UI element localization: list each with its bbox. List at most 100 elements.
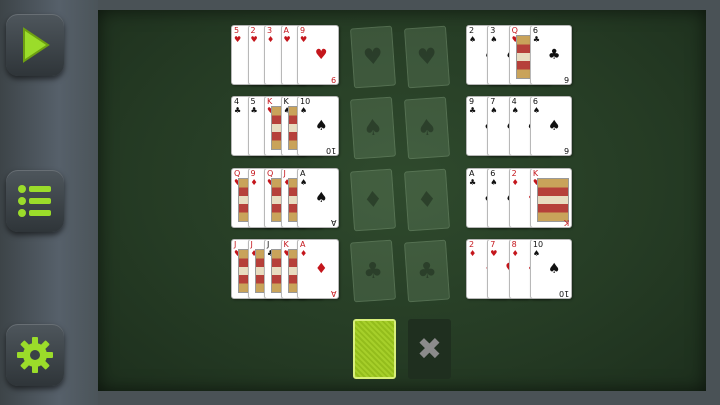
card-rank: 3 [267,26,273,35]
card-rank: 7 [490,240,496,249]
playing-card[interactable]: A ♠ ♠ A [297,168,339,228]
card-rank: 6 [532,97,538,106]
card-center-suit-icon: ♣ [547,47,561,63]
foundation-slot[interactable]: ♣ [349,239,397,303]
card-suit-icon: ♦ [511,249,519,258]
foundation-slot[interactable]: ♠ [403,96,451,160]
card-rank: J [283,169,286,178]
playing-card[interactable]: 6 ♣ ♣ 6 [529,25,572,85]
card-rank: 9 [469,97,475,106]
tableau-fan-left: Q♥Q9♦♦9Q♥QJ♦JA♠♠A [231,168,339,230]
card-suit-icon: ♠ [532,106,541,115]
playing-card[interactable]: 9 ♥ ♥ 9 [297,25,339,85]
foundation-suit-icon: ♦ [416,186,438,214]
foundation-slot[interactable]: ♦ [349,168,397,232]
discard-button[interactable]: ✖ [408,319,451,379]
card-rank: K [283,240,289,249]
playing-card[interactable]: A ♦ ♦ A [297,239,339,299]
card-rank-bottom: 10 [558,289,569,298]
foundation-slot[interactable]: ♠ [349,96,397,160]
tableau-fan-left: 5♥♥52♥♥23♦♦3A♥♥A9♥♥9 [231,25,339,87]
foundation-slot[interactable]: ♥ [349,25,397,89]
card-rank: K [283,97,289,106]
card-suit-icon: ♠ [490,178,498,187]
close-icon: ✖ [416,331,443,367]
settings-button[interactable] [6,324,64,386]
card-rank: 8 [511,240,517,249]
foundation-slot[interactable]: ♦ [403,168,451,232]
card-suit-icon: ♥ [490,249,498,258]
card-suit-icon: ♥ [234,35,242,44]
card-rank-bottom: A [330,218,336,227]
card-suit-icon: ♦ [511,178,519,187]
card-rank: 2 [469,240,475,249]
card-rank-bottom: K [563,218,569,227]
card-rank: 9 [250,169,256,178]
gear-icon [17,337,53,373]
card-rank: Q [511,26,518,35]
foundation-suit-icon: ♥ [416,43,438,71]
card-rank: 4 [511,97,517,106]
card-rank-bottom: 9 [330,75,336,84]
card-center-suit-icon: ♠ [315,118,328,134]
foundation-slot[interactable]: ♣ [403,239,451,303]
card-center-suit-icon: ♠ [547,118,561,134]
card-rank: A [469,169,475,178]
playing-card[interactable]: 6♠♠6 [529,96,572,156]
tableau-fan-right: 2♠♠23♠♠3Q♥Q6♣♣6 [466,25,572,87]
card-rank: A [283,26,289,35]
card-suit-icon: ♥ [250,35,258,44]
card-suit-icon: ♣ [469,178,477,187]
foundation-suit-icon: ♥ [362,43,384,71]
play-icon [23,27,50,63]
card-rank: 3 [490,26,496,35]
stock-pile[interactable] [353,319,396,379]
card-suit-icon: ♠ [490,106,498,115]
card-suit-icon: ♥ [300,35,308,44]
card-rank: 4 [234,97,240,106]
card-rank: 9 [300,26,306,35]
card-suit-icon: ♦ [250,178,258,187]
card-suit-icon: ♠ [300,106,308,115]
card-center-suit-icon: ♠ [315,190,328,206]
card-rank: K [532,169,539,178]
playing-card[interactable]: 10 ♠ ♠ 10 [297,96,339,156]
card-rank: 5 [250,97,256,106]
tableau-fan-left: J♥JJ♦JJ♣JK♥KA♦♦A [231,239,339,301]
card-suit-icon: ♦ [300,249,308,258]
card-rank-bottom: 6 [563,75,569,84]
card-rank: J [267,240,270,249]
card-rank-bottom: 6 [563,146,569,155]
card-suit-icon: ♠ [469,35,477,44]
card-rank: 5 [234,26,240,35]
card-suit-icon: ♥ [283,35,291,44]
card-rank: 7 [490,97,496,106]
card-suit-icon: ♠ [300,178,308,187]
card-rank-bottom: A [330,289,336,298]
card-rank: 10 [300,97,311,106]
menu-button[interactable] [6,170,64,232]
tableau-fan-right: A♣♣A6♠♠62♦♦2K♥K [466,168,572,230]
card-suit-icon: ♠ [532,249,541,258]
foundation-suit-icon: ♣ [362,257,384,285]
play-button[interactable] [6,14,64,76]
card-suit-icon: ♦ [267,35,275,44]
tableau-fan-left: 4♣♣45♣♣5K♥KK♠K10♠♠10 [231,96,339,158]
foundation-suit-icon: ♦ [362,186,384,214]
card-rank: K [267,97,273,106]
card-rank: J [234,240,237,249]
foundation-slot[interactable]: ♥ [403,25,451,89]
foundation-suit-icon: ♣ [416,257,438,285]
playing-card[interactable]: K♥K [529,168,572,228]
card-center-suit-icon: ♦ [315,261,328,277]
card-rank: 6 [490,169,496,178]
foundation-suit-icon: ♠ [416,114,438,142]
card-rank: 2 [469,26,475,35]
card-center-suit-icon: ♥ [315,47,328,63]
card-rank: 10 [532,240,544,249]
card-rank-bottom: 10 [325,146,336,155]
game-table [98,10,706,391]
card-suit-icon: ♣ [250,106,258,115]
card-rank: 6 [532,26,538,35]
playing-card[interactable]: 10 ♠ ♠ 10 [529,239,572,299]
